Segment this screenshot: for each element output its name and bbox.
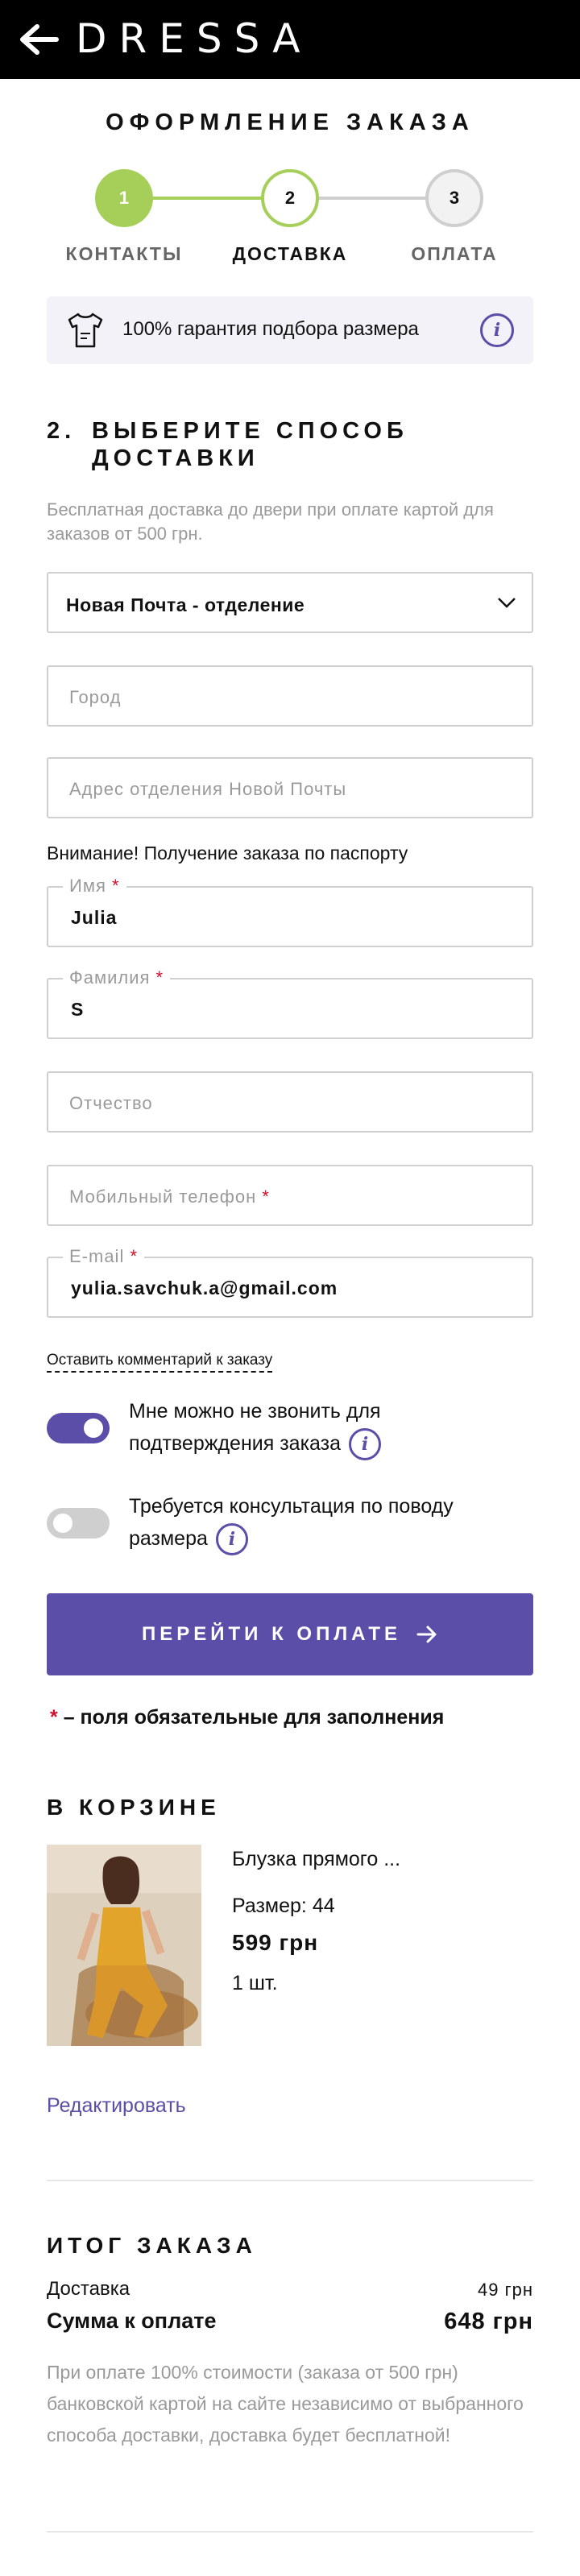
size-consult-label: Требуется консультация по поводу размера… <box>129 1490 532 1556</box>
back-button[interactable] <box>13 18 64 61</box>
phone-input[interactable]: Мобильный телефон * <box>47 1165 533 1226</box>
city-input[interactable]: Город <box>47 665 533 727</box>
divider <box>47 2531 533 2533</box>
size-consult-toggle[interactable] <box>47 1508 110 1539</box>
email-field[interactable]: E-mail * yulia.savchuk.a@gmail.com <box>47 1247 533 1318</box>
no-call-label-line2: подтверждения заказа <box>129 1432 342 1455</box>
order-summary-title: ИТОГ ЗАКАЗА <box>47 2233 257 2258</box>
section-number: 2. <box>47 418 77 444</box>
brand-logo[interactable]: DRESSA <box>76 14 312 63</box>
product-name[interactable]: Блузка прямого ... <box>232 1848 400 1871</box>
chevron-down-icon <box>498 598 516 608</box>
section-title-line2: ДОСТАВКИ <box>92 445 259 471</box>
toggle-knob <box>84 1418 103 1438</box>
delivery-cost-label: Доставка <box>47 2278 130 2300</box>
branch-placeholder: Адрес отделения Новой Почты <box>69 779 347 799</box>
no-call-label: Мне можно не звонить для подтверждения з… <box>129 1395 532 1461</box>
city-placeholder: Город <box>69 687 122 707</box>
branch-address-input[interactable]: Адрес отделения Новой Почты <box>47 757 533 818</box>
add-comment-link[interactable]: Оставить комментарий к заказу <box>47 1352 273 1373</box>
last-name-label-text: Фамилия <box>69 967 151 988</box>
product-image[interactable] <box>47 1845 201 2046</box>
email-label: E-mail * <box>63 1246 145 1266</box>
page-title: ОФОРМЛЕНИЕ ЗАКАЗА <box>106 110 474 135</box>
size-guarantee-banner: 100% гарантия подбора размера i <box>47 296 533 364</box>
size-consult-label-line1: Требуется консультация по поводу <box>129 1495 454 1518</box>
delivery-method-value: Новая Почта - отделение <box>66 594 305 615</box>
edit-cart-link[interactable]: Редактировать <box>47 2094 186 2118</box>
patronymic-placeholder: Отчество <box>69 1093 153 1113</box>
product-price: 599 грн <box>232 1930 319 1955</box>
step-3-circle: 3 <box>425 169 483 227</box>
step-1-circle[interactable]: 1 <box>95 169 153 227</box>
tshirt-icon <box>68 313 103 348</box>
phone-placeholder-text: Мобильный телефон <box>69 1187 257 1207</box>
last-name-value: S <box>71 999 85 1020</box>
arrow-left-icon <box>20 24 59 55</box>
arrow-right-icon <box>416 1626 437 1643</box>
required-fields-note-text: – поля обязательные для заполнения <box>63 1706 445 1729</box>
total-label: Сумма к оплате <box>47 2309 217 2333</box>
passport-warning: Внимание! Получение заказа по паспорту <box>47 843 408 863</box>
first-name-label-text: Имя <box>69 876 106 896</box>
email-value: yulia.savchuk.a@gmail.com <box>71 1278 338 1298</box>
first-name-field[interactable]: Имя * Julia <box>47 876 533 947</box>
last-name-label: Фамилия * <box>63 967 171 988</box>
delivery-cost-value: 49 грн <box>478 2280 533 2300</box>
divider <box>47 2180 533 2181</box>
first-name-label: Имя * <box>63 876 126 896</box>
info-icon[interactable]: i <box>215 1523 248 1556</box>
no-call-label-line1: Мне можно не звонить для <box>129 1400 381 1423</box>
free-delivery-note: Бесплатная доставка до двери при оплате … <box>47 499 494 544</box>
app-header: DRESSA <box>0 0 580 79</box>
required-mark: * <box>130 1246 139 1266</box>
required-mark: * <box>262 1187 270 1207</box>
guarantee-text: 100% гарантия подбора размера <box>122 318 419 340</box>
step-2-label: ДОСТАВКА <box>232 243 348 264</box>
step-connector-pending <box>314 197 427 200</box>
checkout-stepper: 1 2 3 КОНТАКТЫ ДОСТАВКА ОПЛАТА <box>0 169 580 266</box>
step-connector-done <box>153 197 266 200</box>
required-mark: * <box>50 1706 58 1729</box>
first-name-value: Julia <box>71 907 118 928</box>
info-icon[interactable]: i <box>480 313 514 347</box>
info-icon[interactable]: i <box>349 1428 382 1461</box>
required-fields-note: * – поля обязательные для заполнения <box>50 1706 444 1729</box>
toggle-knob <box>53 1514 72 1533</box>
patronymic-input[interactable]: Отчество <box>47 1071 533 1133</box>
free-delivery-card-note: При оплате 100% стоимости (заказа от 500… <box>47 2362 524 2446</box>
product-size: Размер: 44 <box>232 1895 335 1917</box>
go-to-payment-label: ПЕРЕЙТИ К ОПЛАТЕ <box>142 1623 401 1645</box>
no-call-toggle[interactable] <box>47 1413 110 1443</box>
size-consult-label-line2: размера <box>129 1527 208 1550</box>
required-mark: * <box>155 967 164 988</box>
required-mark: * <box>111 876 120 896</box>
step-2-circle: 2 <box>261 169 319 227</box>
product-quantity: 1 шт. <box>232 1972 278 1994</box>
step-3-label: ОПЛАТА <box>411 243 498 264</box>
delivery-section-title: 2. ВЫБЕРИТЕ СПОСОБ ДОСТАВКИ <box>47 417 408 472</box>
phone-placeholder: Мобильный телефон * <box>69 1187 270 1207</box>
last-name-field[interactable]: Фамилия * S <box>47 968 533 1039</box>
step-1-label: КОНТАКТЫ <box>65 243 183 264</box>
email-label-text: E-mail <box>69 1246 125 1266</box>
total-value: 648 грн <box>444 2309 533 2334</box>
delivery-method-select[interactable]: Новая Почта - отделение <box>47 572 533 633</box>
cart-title: В КОРЗИНЕ <box>47 1795 221 1820</box>
section-title-line1: ВЫБЕРИТЕ СПОСОБ <box>92 418 408 444</box>
go-to-payment-button[interactable]: ПЕРЕЙТИ К ОПЛАТЕ <box>47 1593 533 1675</box>
